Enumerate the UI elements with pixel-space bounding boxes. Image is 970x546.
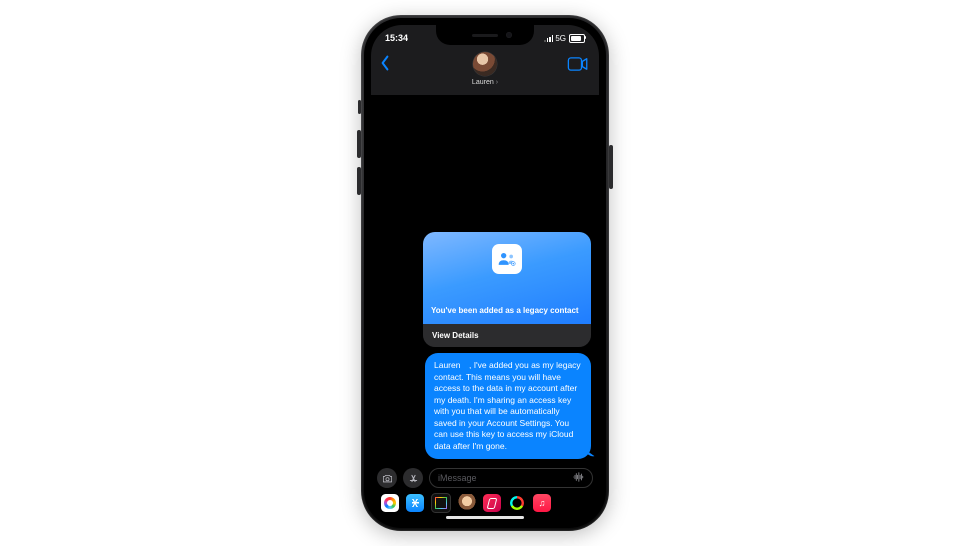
video-camera-icon	[567, 57, 589, 71]
legacy-card-header: You've been added as a legacy contact	[423, 232, 591, 324]
chevron-right-icon: ›	[496, 79, 498, 86]
app-store-icon	[408, 473, 419, 484]
contact-name: Lauren	[472, 79, 494, 86]
signal-bars-icon	[544, 35, 553, 42]
conversation-scroll[interactable]: You've been added as a legacy contact Vi…	[371, 95, 599, 465]
back-button[interactable]	[379, 55, 399, 75]
legacy-contact-card[interactable]: You've been added as a legacy contact Vi…	[423, 232, 591, 347]
conversation-header: Lauren ›	[371, 51, 599, 96]
battery-icon	[569, 34, 585, 43]
legacy-card-title: You've been added as a legacy contact	[431, 306, 583, 316]
music-app-icon[interactable]	[533, 494, 551, 512]
contact-button[interactable]: Lauren ›	[472, 52, 498, 86]
status-time: 15:34	[385, 33, 408, 43]
app-store-imessage-button[interactable]	[403, 468, 423, 488]
imessage-app-tray[interactable]	[371, 491, 599, 515]
power-button	[609, 145, 613, 189]
message-input[interactable]: iMessage	[429, 468, 593, 488]
screen: 15:34 5G	[371, 25, 599, 521]
photos-app-icon[interactable]	[381, 494, 399, 512]
memoji-app-icon[interactable]	[458, 494, 476, 512]
app-store-app-icon[interactable]	[406, 494, 424, 512]
camera-button[interactable]	[377, 468, 397, 488]
video-call-button[interactable]	[567, 57, 589, 73]
chevron-left-icon	[379, 55, 391, 71]
notch	[436, 25, 534, 45]
message-placeholder: iMessage	[438, 473, 477, 483]
contact-avatar	[473, 52, 497, 76]
camera-icon	[382, 473, 393, 484]
dictation-button[interactable]	[572, 471, 584, 485]
sent-message-bubble[interactable]: Lauren , I've added you as my legacy con…	[425, 353, 591, 459]
volume-up-button	[357, 130, 361, 158]
digital-touch-app-icon[interactable]	[483, 494, 501, 512]
waveform-icon	[572, 471, 584, 483]
silence-switch	[358, 100, 361, 114]
network-label: 5G	[555, 34, 566, 43]
legacy-contact-icon	[492, 244, 522, 274]
phone-frame: 15:34 5G	[361, 15, 609, 531]
fitness-app-icon[interactable]	[508, 494, 526, 512]
volume-down-button	[357, 167, 361, 195]
home-indicator[interactable]	[446, 516, 524, 519]
view-details-button[interactable]: View Details	[423, 324, 591, 347]
sticker-app-icon[interactable]	[431, 493, 451, 513]
message-input-bar: iMessage	[371, 465, 599, 491]
